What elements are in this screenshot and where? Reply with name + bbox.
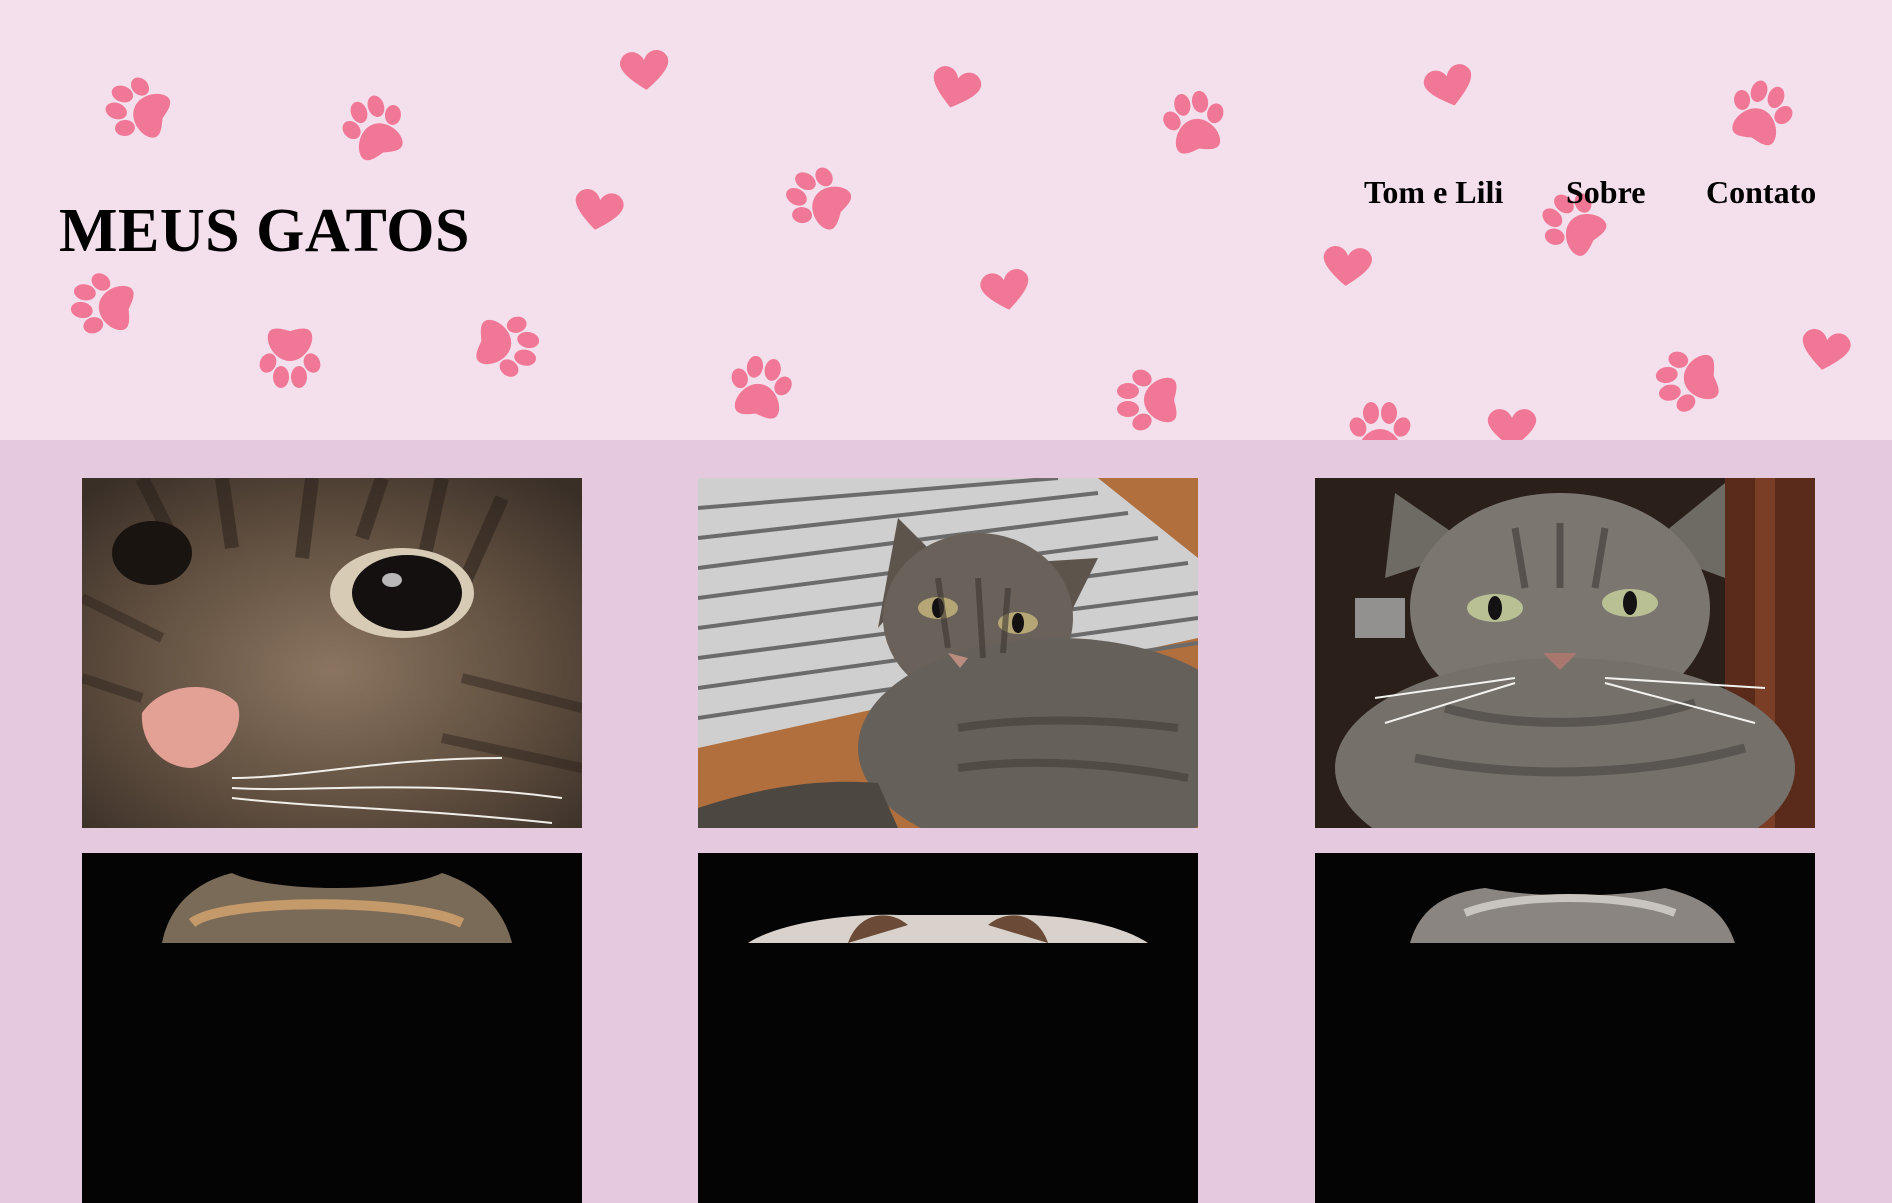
site-title: MEUS GATOS xyxy=(59,197,470,265)
photo-gallery xyxy=(0,440,1892,1203)
cat-photo[interactable] xyxy=(82,853,582,1203)
cat-photo[interactable] xyxy=(698,853,1198,1203)
cat-photo[interactable] xyxy=(1315,853,1815,1203)
nav-link-tom-e-lili[interactable]: Tom e Lili xyxy=(1364,174,1503,211)
site-header: MEUS GATOS Tom e Lili Sobre Contato xyxy=(0,0,1892,440)
cat-photo[interactable] xyxy=(698,478,1198,828)
nav-link-sobre[interactable]: Sobre xyxy=(1566,174,1645,211)
cat-photo[interactable] xyxy=(1315,478,1815,828)
cat-photo[interactable] xyxy=(82,478,582,828)
nav-link-contato[interactable]: Contato xyxy=(1706,174,1816,211)
